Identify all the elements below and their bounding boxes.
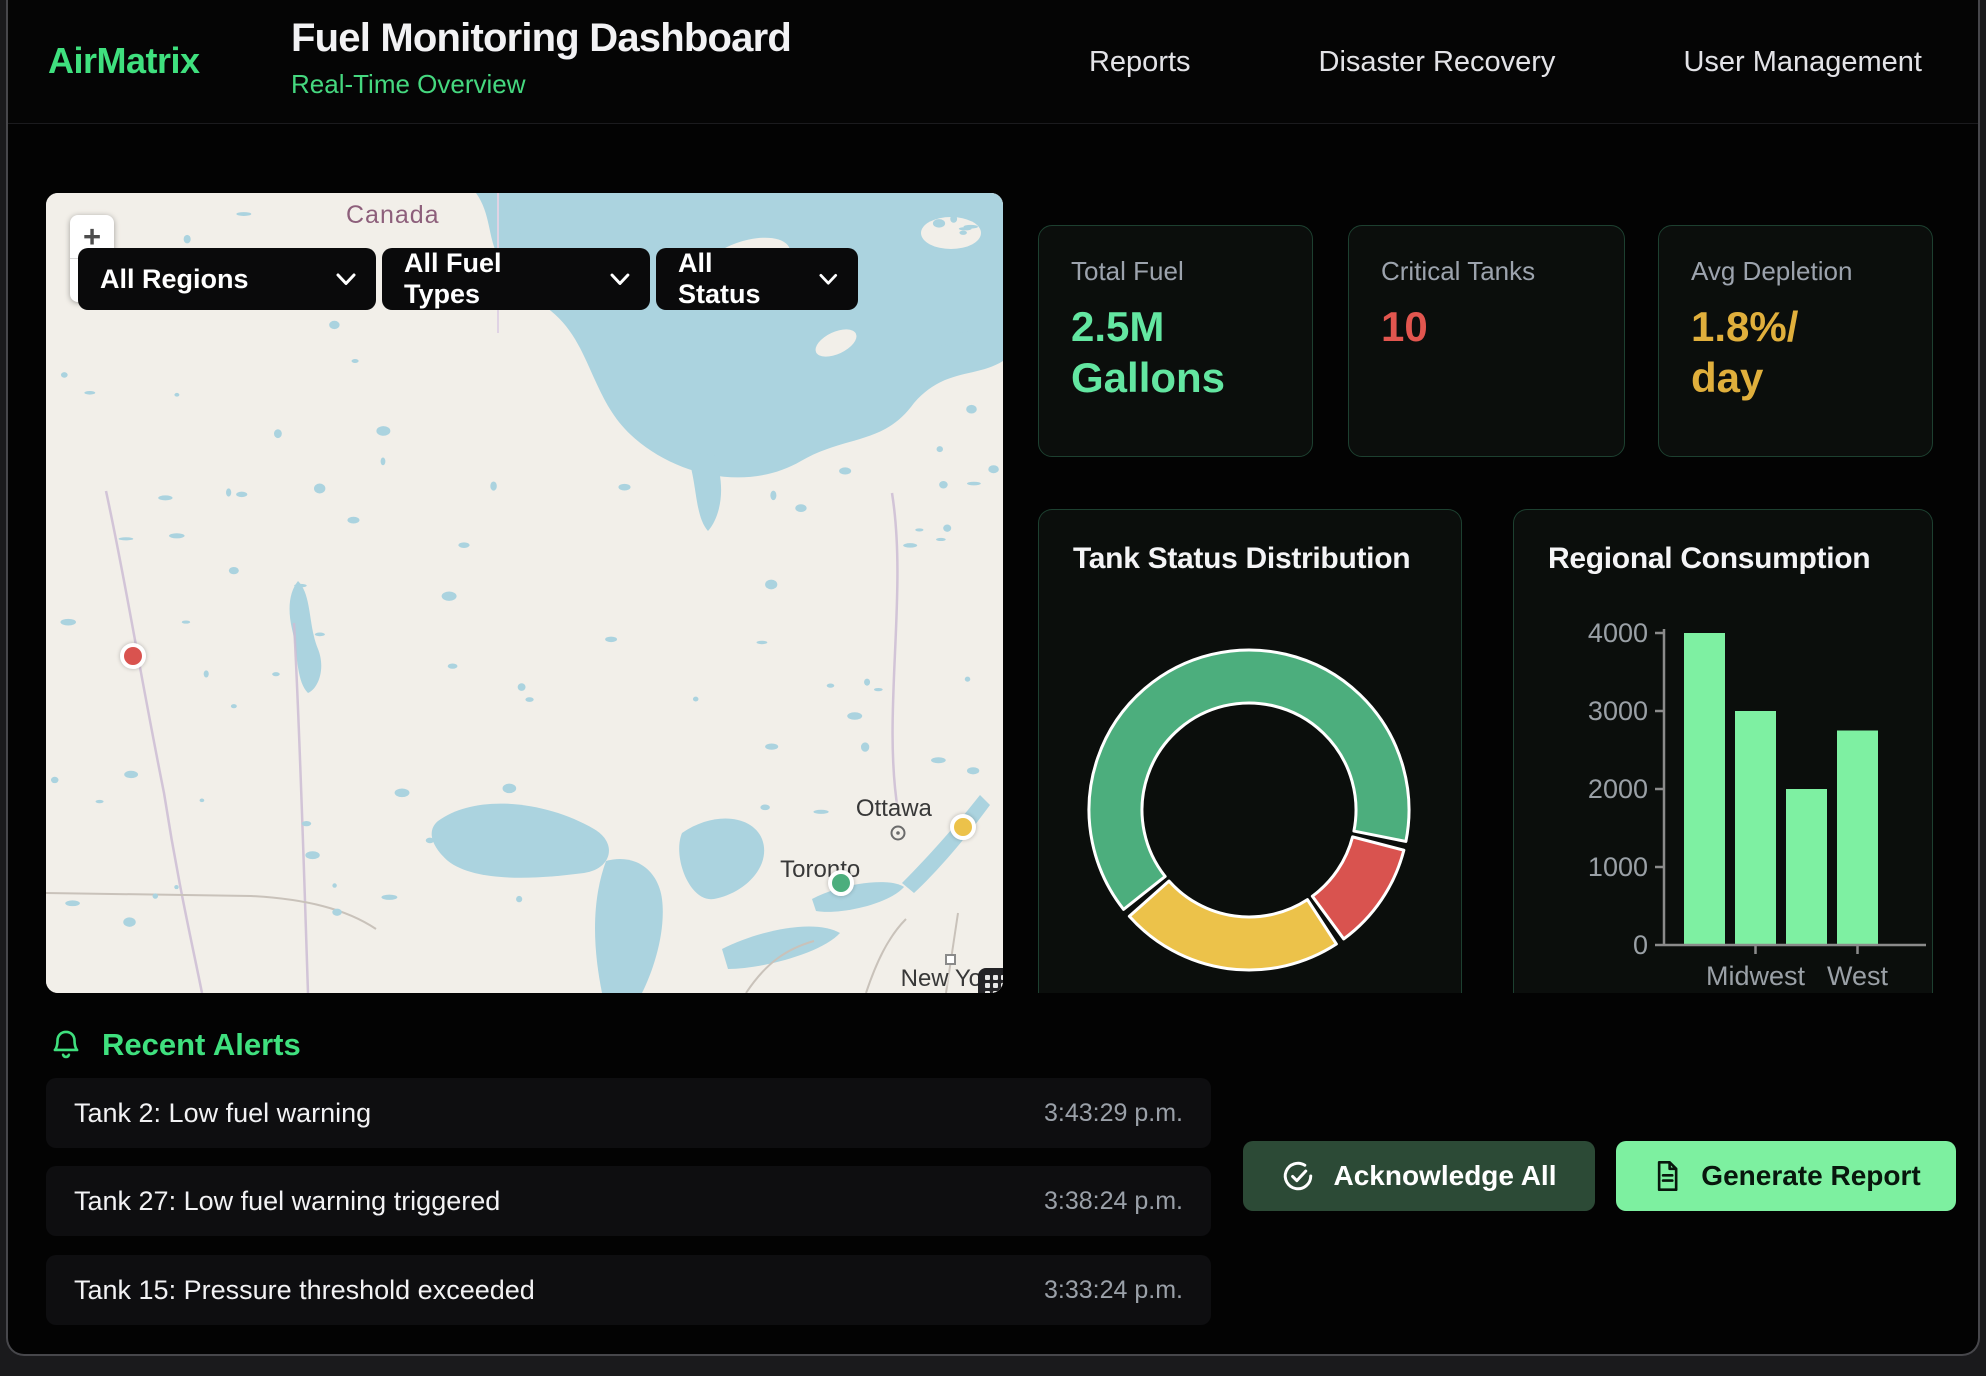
header: AirMatrix Fuel Monitoring Dashboard Real… <box>8 0 1978 124</box>
nav-item-disaster-recovery[interactable]: Disaster Recovery <box>1319 46 1556 79</box>
tank-marker-critical[interactable] <box>120 643 146 669</box>
stat-card-critical-tanks: Critical Tanks 10 <box>1348 225 1625 457</box>
nav-item-reports[interactable]: Reports <box>1089 46 1191 79</box>
fuel-type-filter-value: All Fuel Types <box>404 248 584 310</box>
stat-value: 1.8%/ day <box>1691 301 1900 403</box>
x-tick-label: West <box>1827 961 1889 991</box>
alert-row[interactable]: Tank 2: Low fuel warning 3:43:29 p.m. <box>46 1078 1211 1148</box>
city-label-ottawa: Ottawa <box>856 795 932 823</box>
alert-row[interactable]: Tank 27: Low fuel warning triggered 3:38… <box>46 1166 1211 1236</box>
status-filter-value: All Status <box>678 248 793 310</box>
chart-title: Regional Consumption <box>1548 542 1870 576</box>
tank-marker-normal[interactable] <box>828 870 854 896</box>
stat-label: Avg Depletion <box>1691 256 1900 287</box>
title-block: Fuel Monitoring Dashboard Real-Time Over… <box>291 16 791 100</box>
alert-message: Tank 27: Low fuel warning triggered <box>74 1186 500 1217</box>
acknowledge-all-button[interactable]: Acknowledge All <box>1243 1141 1595 1211</box>
map-country-label: Canada <box>346 201 440 229</box>
tank-status-donut-chart[interactable] <box>1039 510 1462 993</box>
dashboard-window: AirMatrix Fuel Monitoring Dashboard Real… <box>6 0 1980 1356</box>
regional-consumption-card: Regional Consumption 0 1000 2000 3000 4000 Mi… <box>1513 509 1933 993</box>
alert-time: 3:38:24 p.m. <box>1044 1187 1183 1216</box>
tank-status-card: Tank Status Distribution <box>1038 509 1462 993</box>
y-tick-label: 0 <box>1633 930 1648 960</box>
document-icon <box>1651 1159 1683 1193</box>
acknowledge-all-label: Acknowledge All <box>1333 1160 1556 1192</box>
region-filter-select[interactable]: All Regions <box>78 248 376 310</box>
page-title: Fuel Monitoring Dashboard <box>291 16 791 61</box>
generate-report-button[interactable]: Generate Report <box>1616 1141 1956 1211</box>
stat-card-total-fuel: Total Fuel 2.5M Gallons <box>1038 225 1313 457</box>
map-resize-handle[interactable] <box>978 968 1003 993</box>
chevron-down-icon <box>610 273 630 286</box>
tank-marker-warning[interactable] <box>950 814 976 840</box>
regional-consumption-bar-chart[interactable]: 0 1000 2000 3000 4000 Midwest West <box>1514 510 1933 993</box>
tank-map[interactable]: Canada + − All Regions All Fuel Types <box>46 193 1003 993</box>
main-nav: Reports Disaster Recovery User Managemen… <box>1089 0 1922 124</box>
y-tick-label: 3000 <box>1588 696 1648 726</box>
stat-card-avg-depletion: Avg Depletion 1.8%/ day <box>1658 225 1933 457</box>
alert-row[interactable]: Tank 15: Pressure threshold exceeded 3:3… <box>46 1255 1211 1325</box>
alerts-section-title: Recent Alerts <box>102 1027 301 1063</box>
page-subtitle: Real-Time Overview <box>291 69 791 100</box>
stat-value: 2.5M Gallons <box>1071 301 1280 403</box>
chevron-down-icon <box>336 273 356 286</box>
donut-segment-warning[interactable] <box>1129 881 1336 970</box>
fuel-type-filter-select[interactable]: All Fuel Types <box>382 248 650 310</box>
map-filters: All Regions All Fuel Types All Status <box>78 248 858 310</box>
brand-logo: AirMatrix <box>48 40 200 82</box>
y-tick-label: 2000 <box>1588 774 1648 804</box>
bell-icon <box>50 1028 82 1062</box>
bar-south[interactable] <box>1786 789 1827 945</box>
alert-message: Tank 2: Low fuel warning <box>74 1098 371 1129</box>
alert-message: Tank 15: Pressure threshold exceeded <box>74 1275 535 1306</box>
x-tick-label: Midwest <box>1706 961 1806 991</box>
generate-report-label: Generate Report <box>1701 1160 1920 1192</box>
region-filter-value: All Regions <box>100 264 249 295</box>
bar-northeast[interactable] <box>1684 633 1725 945</box>
nav-item-user-management[interactable]: User Management <box>1683 46 1922 79</box>
bar-west[interactable] <box>1837 731 1878 946</box>
alert-time: 3:43:29 p.m. <box>1044 1099 1183 1128</box>
status-filter-select[interactable]: All Status <box>656 248 858 310</box>
newyork-town-icon <box>946 955 955 964</box>
donut-segment-critical[interactable] <box>1312 837 1404 939</box>
stat-label: Critical Tanks <box>1381 256 1592 287</box>
alert-time: 3:33:24 p.m. <box>1044 1276 1183 1305</box>
stat-label: Total Fuel <box>1071 256 1280 287</box>
chart-title: Tank Status Distribution <box>1073 542 1410 576</box>
y-tick-label: 1000 <box>1588 852 1648 882</box>
y-tick-label: 4000 <box>1588 618 1648 648</box>
alerts-header: Recent Alerts <box>50 1027 301 1063</box>
check-circle-icon <box>1281 1159 1315 1193</box>
bar-midwest[interactable] <box>1735 711 1776 945</box>
chevron-down-icon <box>819 273 838 286</box>
stat-value: 10 <box>1381 301 1592 352</box>
